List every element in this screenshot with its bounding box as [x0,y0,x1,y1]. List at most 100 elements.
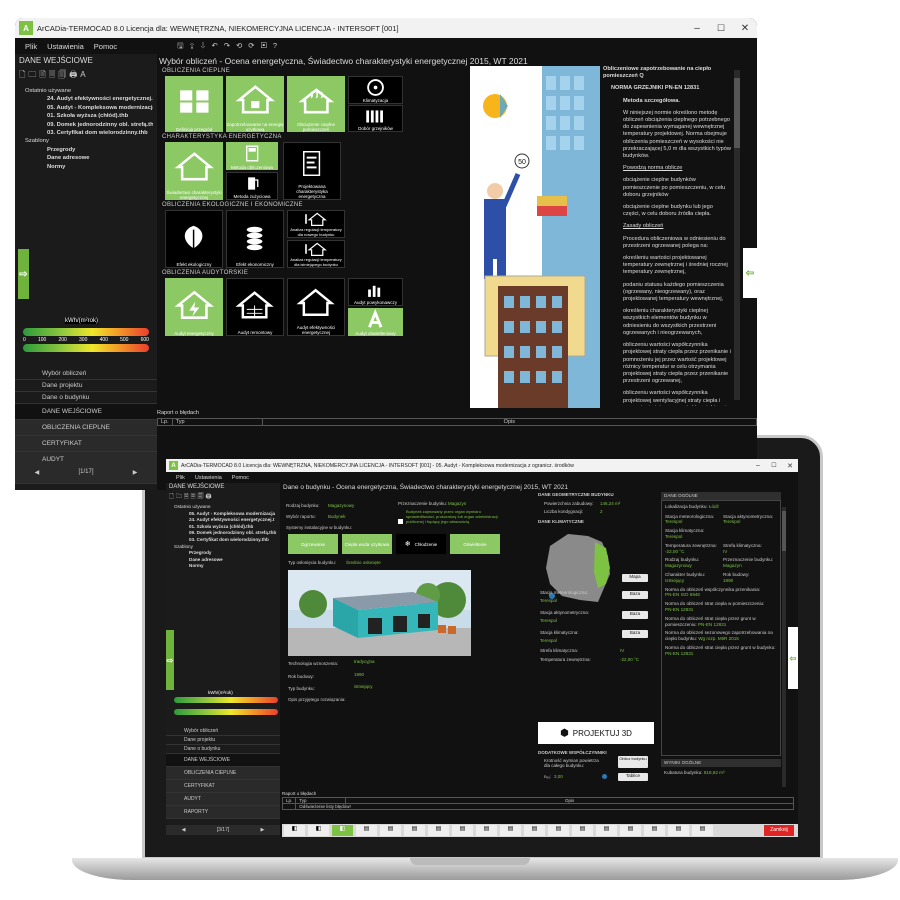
description-link[interactable]: Powodzą norma oblicze [603,165,731,172]
tool-icon[interactable]: ◧ [332,825,353,836]
nav-right-arrow-button[interactable]: ⇦ [743,248,757,298]
menu-pomoc[interactable]: Pomoc [94,42,117,51]
base-button-2[interactable]: Baza [622,611,648,619]
pager-prev-button[interactable]: ◀ [182,827,186,833]
tool-icon[interactable]: ▤ [380,825,401,836]
tile-analiza-nowego[interactable]: Analiza regulacji temperatury dla nowego… [287,210,345,238]
n50-value[interactable]: 3,00 [554,774,563,779]
menu-plik[interactable]: Plik [176,475,185,481]
nav-category[interactable]: CERTYFIKAT [166,780,280,793]
tile-efekt-ekologiczny[interactable]: Efekt ekologiczny [165,210,223,268]
tool-icon[interactable]: ▤ [476,825,497,836]
pager-next-button[interactable]: ▶ [133,469,138,476]
tree-item[interactable]: 01. Szkoła wyższa (chłód).thb [169,524,277,531]
close-app-button[interactable]: Zamknij [764,825,794,836]
system-oswietlenie-button[interactable]: Oświetlenie [450,534,500,554]
tile-metoda-obliczeniowa[interactable]: Metoda obliczeniowa [226,142,278,170]
tree-item[interactable]: 03. Certyfikat dom wielorodzinny.thb [19,129,153,137]
tree-item[interactable]: 03. Certyfikat dom wielorodzinny.thb [169,537,277,544]
nav-item[interactable]: Dane projektu [15,380,157,392]
tile-definicja-przegrod[interactable]: Definicja przegród [165,76,223,132]
tile-dobor-grzejnikow[interactable]: Dobór grzejników [348,105,403,132]
pager-next-button[interactable]: ▶ [261,827,265,833]
minimize-button[interactable]: – [750,462,766,470]
tree-item[interactable]: Szablony [169,544,277,551]
tool-icon[interactable]: ▤ [572,825,593,836]
close-button[interactable]: ✕ [782,462,798,470]
menu-ustawienia[interactable]: Ustawienia [47,42,84,51]
tool-icon[interactable]: ▤ [356,825,377,836]
menu-ustawienia[interactable]: Ustawienia [195,475,222,481]
nav-right-arrow-button[interactable]: ⇦ [788,627,798,689]
nav-category[interactable]: OBLICZENIA CIEPLNE [15,420,157,436]
tool-icon[interactable]: ▤ [524,825,545,836]
info-scrollbar[interactable] [782,507,786,787]
toolbar-icons[interactable]: 🖫⇪⇩↶↷⟲⟳▣? [177,40,283,53]
pager-prev-button[interactable]: ◀ [35,469,40,476]
tool-icon[interactable]: ▤ [692,825,713,836]
area-value[interactable]: 146,24 m² [600,501,620,506]
base-button-3[interactable]: Baza [622,630,648,638]
building-type-select[interactable]: Magazynowy [328,503,354,508]
tool-icon[interactable]: ▤ [596,825,617,836]
tile-metoda-zuzyciowa[interactable]: Metoda zużyciowa [226,172,278,200]
description-scrollbar[interactable] [734,70,740,400]
tile-zapotrzebowanie[interactable]: Zapotrzebowanie na energię użytkową [226,76,284,132]
nav-category[interactable]: RAPORTY [166,806,280,819]
tile-obciazenie[interactable]: Obciążenie cieplne pomieszczeń [287,76,345,132]
shielding-select[interactable]: Średnio osłonięte [346,560,381,565]
tables-button[interactable]: Tablice [618,773,648,781]
menu-pomoc[interactable]: Pomoc [232,475,249,481]
tree-item[interactable]: Normy [19,163,153,171]
tool-icon[interactable]: ▤ [428,825,449,836]
tree-item[interactable]: Szablony [19,137,153,145]
tile-audyt-efektywnosci[interactable]: Audyt efektywności energetycznej [287,278,345,336]
tree-item[interactable]: 01. Szkoła wyższa (chłód).thb [19,112,153,120]
system-ogrzewanie-button[interactable]: Ogrzewanie [288,534,338,554]
sidebar-toolbar[interactable]: 🗋🗀🗎🗏🗐🖨A [15,67,157,85]
map-button[interactable]: Mapa [622,574,648,582]
tile-klimatyzacja[interactable]: Klimatyzacja [348,76,403,104]
nav-category[interactable]: DANE WEJŚCIOWE [166,754,280,767]
tile-audyt-oswietleniowy[interactable]: Audyt oświetleniowy [348,308,403,336]
tree-item[interactable]: Dane adresowe [169,557,277,564]
building-kind-select[interactable]: istniejący [354,684,373,689]
tree-item[interactable]: 09. Domek jednorodzinny obl. strefą.thl [19,121,153,129]
description-link[interactable]: Zasady obliczeń [603,223,731,230]
tree-item[interactable]: Ostatnio używane [169,504,277,511]
system-cwu-button[interactable]: Ciepła woda użytkowa [342,534,392,554]
nav-category[interactable]: CERTYFIKAT [15,436,157,452]
tool-icon[interactable]: ▤ [668,825,689,836]
tool-icon[interactable]: ▤ [548,825,569,836]
tool-icon[interactable]: ▤ [620,825,641,836]
nav-left-arrow-button[interactable]: ⇨ [18,249,29,299]
nav-item[interactable]: Dane o budynku [166,745,280,754]
nav-category[interactable]: AUDYT [166,793,280,806]
minimize-button[interactable]: – [685,23,709,34]
tile-projektowana[interactable]: Projektowana charakterystyka energetyczn… [283,142,341,200]
nav-item[interactable]: Wybór obliczeń [166,727,280,736]
base-button-1[interactable]: Baza [622,591,648,599]
tile-audyt-energetyczny[interactable]: Audyt energetyczny [165,278,223,336]
tool-icon[interactable]: ▤ [500,825,521,836]
tool-icon[interactable]: ◧ [308,825,329,836]
tree-item[interactable]: 09. Domek jednorodzinny obl. strefą.thb [169,530,277,537]
tree-item[interactable]: Przegrody [169,550,277,557]
tile-efekt-ekonomiczny[interactable]: Efekt ekonomiczny [226,210,284,268]
project-3d-button[interactable]: ⬢ PROJEKTUJ 3D [538,722,654,744]
tree-item[interactable]: Przegrody [19,146,153,154]
technology-select[interactable]: tradycyjna [354,659,375,664]
tile-audyt-remontowy[interactable]: Audyt remontowy [226,278,284,336]
year-input[interactable]: 1990 [354,672,364,677]
tree-item[interactable]: Normy [169,563,277,570]
system-chlodzenie-button[interactable]: ❄ Chłodzenie [396,534,446,554]
info-icon[interactable] [602,774,607,779]
tree-item[interactable]: 05. Audyt - Kompleksowa modernizacja [19,104,153,112]
menu-plik[interactable]: Plik [25,42,37,51]
sidebar-toolbar[interactable]: 🗋🗀🗎🗏🗐🖨 [166,491,280,503]
public-checkbox[interactable] [398,519,403,524]
maximize-button[interactable]: ☐ [766,462,782,470]
nav-left-arrow-button[interactable]: ⇨ [166,630,174,690]
nav-item[interactable]: Wybór obliczeń [15,368,157,380]
nav-category[interactable]: DANE WEJŚCIOWE [15,404,157,420]
